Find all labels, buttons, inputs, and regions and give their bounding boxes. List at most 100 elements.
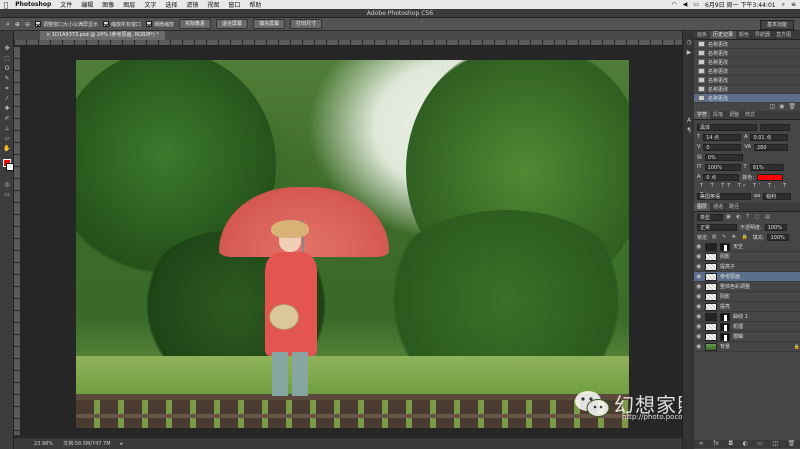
tab-color[interactable]: 颜色	[736, 31, 752, 39]
eye-icon[interactable]: ◉	[696, 283, 702, 290]
eye-icon[interactable]: ◉	[696, 313, 702, 320]
apple-icon[interactable]: 	[4, 1, 8, 9]
group-icon[interactable]: ▭	[757, 440, 763, 448]
list-icon[interactable]: ≡	[791, 1, 796, 8]
menu-filter[interactable]: 滤镜	[186, 0, 198, 9]
layer-row-selected[interactable]: ◉ 参考原画	[694, 272, 800, 282]
quick-select-tool-icon[interactable]: ✎	[3, 75, 11, 82]
eye-icon[interactable]: ◉	[696, 243, 702, 250]
zoom-tool-icon[interactable]: ⌕	[6, 20, 10, 29]
add-mask-icon[interactable]: ◘	[728, 440, 733, 448]
new-snapshot-icon[interactable]: ◫	[769, 103, 775, 111]
wifi-icon[interactable]: ◠	[671, 1, 676, 8]
layer-row[interactable]: ◉ 阴影	[694, 292, 800, 302]
eye-icon[interactable]: ◉	[696, 293, 702, 300]
text-color-swatch[interactable]	[757, 173, 784, 181]
font-style-select[interactable]	[760, 123, 790, 131]
horizontal-scale-field[interactable]: 91%	[749, 163, 784, 171]
search-icon[interactable]: ⌕	[782, 1, 785, 9]
layer-row[interactable]: ◉ 模糊	[694, 332, 800, 342]
menu-help[interactable]: 帮助	[249, 0, 261, 9]
vertical-scale-field[interactable]: 100%	[704, 163, 741, 171]
print-size-button[interactable]: 打印尺寸	[290, 19, 323, 29]
fit-screen-button[interactable]: 适合屏幕	[216, 19, 249, 29]
tab-adjustments[interactable]: 调整	[726, 111, 742, 119]
antialias-select[interactable]: 锐利	[763, 192, 792, 200]
crop-tool-icon[interactable]: ⌗	[3, 85, 11, 92]
layer-mask-thumbnail[interactable]	[720, 332, 730, 341]
blend-mode-select[interactable]: 正常	[697, 223, 737, 231]
camera-icon[interactable]: ◉	[779, 103, 784, 111]
history-item[interactable]: 名称更改	[694, 67, 800, 76]
layer-row[interactable]: ◉ 背景 🔒	[694, 342, 800, 352]
zoom-all-option[interactable]: 缩放所有窗口	[103, 21, 141, 28]
tab-history[interactable]: 历史记录	[710, 31, 737, 39]
scrubby-zoom-checkbox[interactable]	[146, 21, 153, 27]
scrubby-zoom-option[interactable]: 细微缩放	[146, 21, 174, 28]
menu-view[interactable]: 视图	[207, 0, 219, 9]
tab-paths[interactable]: 路径	[726, 203, 742, 211]
link-layers-icon[interactable]: ∞	[699, 440, 704, 448]
lasso-tool-icon[interactable]: ʘ	[3, 65, 11, 72]
history-item[interactable]: 名称更改	[694, 85, 800, 94]
layer-row[interactable]: ◉ 阴影	[694, 252, 800, 262]
document-tab[interactable]: × 1D1A9373.psd @ 24% (参考原画, RGB/8*) *	[40, 31, 165, 40]
eye-icon[interactable]: ◉	[696, 333, 702, 340]
trash-icon[interactable]: 🗑	[788, 103, 796, 111]
document-size[interactable]: 文档:58.5M/747.7M	[63, 440, 110, 447]
menu-select[interactable]: 选择	[165, 0, 177, 9]
tab-channels[interactable]: 通道	[710, 203, 726, 211]
leading-field[interactable]: 0.01 点	[750, 133, 789, 141]
volume-icon[interactable]: ◀	[683, 1, 688, 8]
typographic-buttons[interactable]: T T TT Tr T' T, T T	[697, 182, 797, 198]
delete-layer-icon[interactable]: 🗑	[788, 440, 796, 448]
language-select[interactable]: 美国英语	[697, 192, 751, 200]
screen-mode-icon[interactable]: ▭	[3, 191, 11, 198]
resize-windows-checkbox[interactable]	[34, 21, 41, 27]
eye-icon[interactable]: ◉	[696, 323, 702, 330]
tab-layers[interactable]: 图层	[694, 203, 711, 211]
zoom-level[interactable]: 23.98%	[34, 441, 53, 447]
status-arrow-icon[interactable]: ▸	[121, 441, 124, 447]
font-size-field[interactable]: 14 点	[703, 133, 742, 141]
history-item-current[interactable]: 名称更改	[694, 94, 800, 103]
eraser-tool-icon[interactable]: ▱	[3, 135, 11, 142]
menu-window[interactable]: 窗口	[228, 0, 240, 9]
eye-icon[interactable]: ◉	[696, 253, 702, 260]
layer-mask-thumbnail[interactable]	[720, 242, 730, 251]
tab-paragraph[interactable]: 段落	[710, 111, 726, 119]
new-layer-icon[interactable]: ◫	[772, 440, 778, 448]
font-family-select[interactable]: 黑体	[697, 123, 757, 131]
workspace-switcher[interactable]: 基本功能	[759, 20, 794, 30]
layer-row[interactable]: ◉ 提高子	[694, 262, 800, 272]
zoom-all-checkbox[interactable]	[103, 21, 109, 27]
menu-image[interactable]: 图像	[102, 0, 114, 9]
tab-navigator[interactable]: 导航器	[752, 31, 773, 39]
menu-layer[interactable]: 图层	[123, 0, 135, 9]
history-item[interactable]: 名称更改	[694, 58, 800, 67]
character-panel-icon[interactable]: A	[685, 117, 693, 124]
tab-character[interactable]: 字符	[694, 111, 711, 119]
tab-styles[interactable]: 样式	[742, 111, 758, 119]
paragraph-panel-icon[interactable]: ¶	[685, 127, 693, 134]
stamp-tool-icon[interactable]: ⊥	[3, 125, 11, 132]
eye-icon[interactable]: ◉	[696, 303, 702, 310]
layer-row[interactable]: ◉ 曲线 1	[694, 312, 800, 322]
layer-mask-thumbnail[interactable]	[720, 322, 730, 331]
layer-filter-select[interactable]: 类型	[697, 213, 723, 221]
history-item[interactable]: 名称更改	[694, 49, 800, 58]
fill-field[interactable]: 100%	[767, 233, 790, 241]
fill-screen-button[interactable]: 填充屏幕	[253, 19, 286, 29]
eye-icon[interactable]: ◉	[696, 263, 702, 270]
eye-icon[interactable]: ◉	[696, 273, 702, 280]
kerning-field[interactable]: 0	[703, 143, 742, 151]
zoom-out-icon[interactable]: ⊖	[25, 21, 30, 28]
marquee-tool-icon[interactable]: ⬚	[3, 55, 11, 62]
app-menu-photoshop[interactable]: Photoshop	[15, 1, 51, 8]
layer-mask-thumbnail[interactable]	[720, 312, 730, 321]
move-tool-icon[interactable]: ✥	[3, 45, 11, 52]
menubar-clock[interactable]: 6月9日 周一 下午3:44:01	[705, 0, 776, 9]
layer-row[interactable]: ◉ 提亮	[694, 302, 800, 312]
menu-edit[interactable]: 编辑	[81, 0, 93, 9]
battery-icon[interactable]: ▭	[693, 1, 699, 8]
